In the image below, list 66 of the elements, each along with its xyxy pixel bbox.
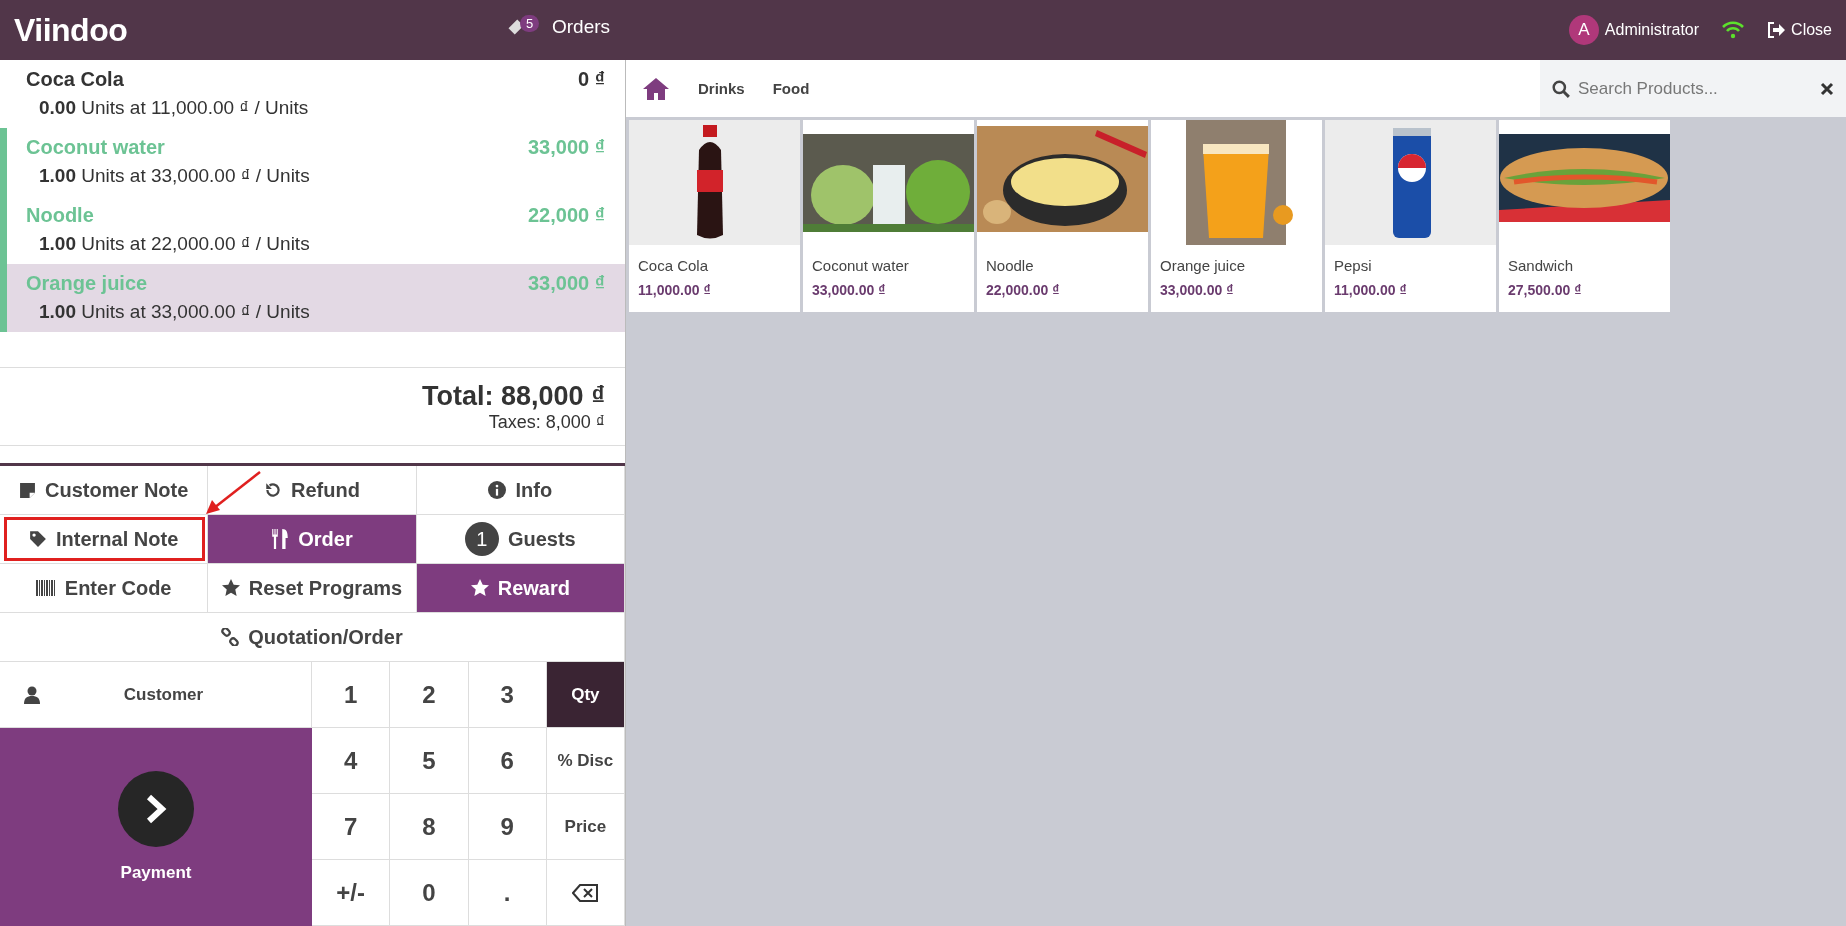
control-button[interactable]: 1 Guests	[416, 515, 625, 564]
product-name: Sandwich	[1507, 256, 1575, 274]
numpad-key[interactable]: 5	[390, 728, 469, 794]
numpad-key[interactable]: 7	[312, 794, 391, 860]
numpad-key[interactable]: +/-	[312, 860, 391, 926]
numpad-key[interactable]: 2	[390, 662, 469, 728]
product-name: Coca Cola	[637, 256, 710, 274]
control-button[interactable]: Internal Note	[0, 515, 209, 564]
mode-key[interactable]: Qty	[546, 662, 625, 728]
numpad-key[interactable]: 8	[390, 794, 469, 860]
control-button[interactable]: Order	[208, 515, 417, 564]
numpad-key[interactable]: 9	[468, 794, 547, 860]
control-button[interactable]: Info	[416, 466, 625, 515]
product-price: 22,000.00 ₫	[985, 281, 1061, 298]
line-price: 33,000 ₫	[528, 272, 605, 295]
numpad-key[interactable]: 0	[390, 860, 469, 926]
mode-key[interactable]: Price	[546, 794, 625, 860]
user-name: Administrator	[1604, 21, 1700, 39]
product-card[interactable]: Coca Cola 11,000.00 ₫	[629, 120, 800, 312]
product-price: 27,500.00 ₫	[1507, 281, 1583, 298]
numpad-key[interactable]: 6	[468, 728, 547, 794]
close-button[interactable]: Close	[1767, 21, 1832, 39]
product-name: Coconut water	[26, 136, 165, 159]
product-price: 11,000.00 ₫	[1333, 281, 1408, 298]
product-name: Orange juice	[1159, 256, 1247, 274]
control-button[interactable]: Customer Note	[0, 466, 209, 515]
product-name: Noodle	[985, 256, 1035, 274]
customer-button[interactable]: Customer	[0, 662, 312, 728]
category-button[interactable]: Drinks	[684, 80, 759, 97]
line-price: 22,000 ₫	[528, 204, 605, 227]
numpad-key[interactable]: 1	[312, 662, 391, 728]
product-name: Noodle	[26, 204, 94, 227]
numpad-key[interactable]: .	[468, 860, 547, 926]
search-field[interactable]: Search Products...	[1540, 60, 1846, 117]
line-detail: 1.00 Units at 33,000.00 ₫ / Units	[38, 165, 311, 187]
product-price: 33,000.00 ₫	[811, 281, 887, 298]
order-taxes: Taxes: 8,000 ₫	[488, 411, 605, 433]
line-detail: 1.00 Units at 22,000.00 ₫ / Units	[38, 233, 311, 255]
product-name: Coca Cola	[26, 68, 124, 91]
payment-button[interactable]: Payment	[0, 728, 312, 926]
numpad-key[interactable]: 4	[312, 728, 391, 794]
product-name: Coconut water	[811, 256, 910, 274]
mode-key[interactable]: % Disc	[546, 728, 625, 794]
line-detail: 0.00 Units at 11,000.00 ₫ / Units	[38, 97, 310, 119]
control-button[interactable]: Quotation/Order	[0, 613, 625, 662]
guests-count: 1	[464, 522, 499, 556]
product-price: 11,000.00 ₫	[637, 281, 712, 298]
product-price: 33,000.00 ₫	[1159, 281, 1235, 298]
line-price: 33,000 ₫	[528, 136, 605, 159]
category-button[interactable]: Food	[758, 80, 824, 97]
order-total: Total: 88,000 ₫	[422, 380, 605, 412]
logo: Viindoo	[14, 11, 128, 49]
avatar[interactable]: A	[1568, 15, 1599, 45]
line-price: 0 ₫	[578, 68, 605, 91]
product-name: Orange juice	[26, 272, 148, 295]
orders-button[interactable]: 5 Orders	[506, 16, 611, 38]
control-button[interactable]: Reward	[416, 564, 625, 613]
product-name: Pepsi	[1333, 256, 1373, 274]
product-card[interactable]: Orange juice 33,000.00 ₫	[1151, 120, 1322, 312]
control-button[interactable]: Enter Code	[0, 564, 209, 613]
product-card[interactable]: Pepsi 11,000.00 ₫	[1325, 120, 1496, 312]
orders-count: 5	[520, 15, 540, 32]
control-button[interactable]: Reset Programs	[208, 564, 417, 613]
control-button[interactable]: Refund	[208, 466, 417, 515]
line-detail: 1.00 Units at 33,000.00 ₫ / Units	[38, 301, 311, 323]
numpad-key[interactable]: 3	[468, 662, 547, 728]
